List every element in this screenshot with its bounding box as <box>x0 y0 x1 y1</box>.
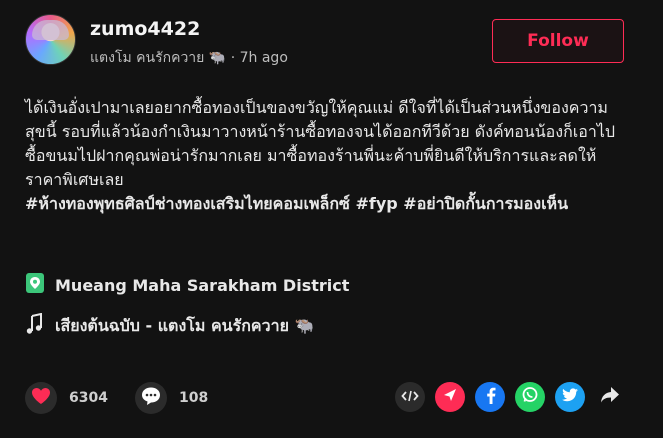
music-title[interactable]: เสียงต้นฉบับ - แตงโม คนรักควาย <box>55 316 289 335</box>
buffalo-emoji-icon: 🐃 <box>208 50 227 66</box>
post-caption: ได้เงินอั่งเปามาเลยอยากซื้อทองเป็นของขวั… <box>25 96 625 216</box>
like-button[interactable] <box>25 382 57 414</box>
time-ago: 7h ago <box>239 50 288 66</box>
comment-count: 108 <box>179 390 209 406</box>
send-arrow-icon <box>442 387 458 407</box>
whatsapp-share-button[interactable] <box>515 382 545 412</box>
twitter-share-button[interactable] <box>555 382 585 412</box>
action-bar: 6304 108 <box>25 378 640 418</box>
separator: · <box>230 50 236 66</box>
location-label[interactable]: Mueang Maha Sarakham District <box>55 276 349 295</box>
location-pin-icon <box>25 272 45 298</box>
comment-button[interactable] <box>135 382 167 414</box>
share-arrow-icon <box>600 386 620 408</box>
embed-code-icon <box>401 388 419 407</box>
comment-bubble-icon <box>140 386 162 410</box>
embed-button[interactable] <box>395 382 425 412</box>
caption-hashtags[interactable]: #ห้างทองพุทธศิลป์ช่างทองเสริมไทยคอมเพล็ก… <box>25 192 625 216</box>
music-label[interactable]: เสียงต้นฉบับ - แตงโม คนรักควาย 🐃 <box>55 314 314 339</box>
facebook-icon <box>483 386 497 408</box>
facebook-share-button[interactable] <box>475 382 505 412</box>
author-subline: แตงโม คนรักควาย 🐃 · 7h ago <box>90 47 288 69</box>
music-row[interactable]: เสียงต้นฉบับ - แตงโม คนรักควาย 🐃 <box>25 312 314 339</box>
heart-icon <box>31 387 51 409</box>
more-share-button[interactable] <box>595 382 625 412</box>
caption-text: ได้เงินอั่งเปามาเลยอยากซื้อทองเป็นของขวั… <box>25 98 616 189</box>
twitter-icon <box>561 387 579 407</box>
avatar-hair <box>32 20 69 40</box>
username[interactable]: zumo4422 <box>90 18 200 40</box>
display-name[interactable]: แตงโม คนรักควาย <box>90 50 204 66</box>
post-header: zumo4422 แตงโม คนรักควาย 🐃 · 7h ago Foll… <box>25 14 640 66</box>
location-row[interactable]: Mueang Maha Sarakham District <box>25 272 349 298</box>
avatar[interactable] <box>25 14 76 65</box>
send-button[interactable] <box>435 382 465 412</box>
whatsapp-icon <box>521 386 539 408</box>
buffalo-emoji-icon: 🐃 <box>294 315 315 335</box>
like-count: 6304 <box>69 390 108 406</box>
follow-button[interactable]: Follow <box>492 19 624 63</box>
music-note-icon <box>25 312 45 339</box>
